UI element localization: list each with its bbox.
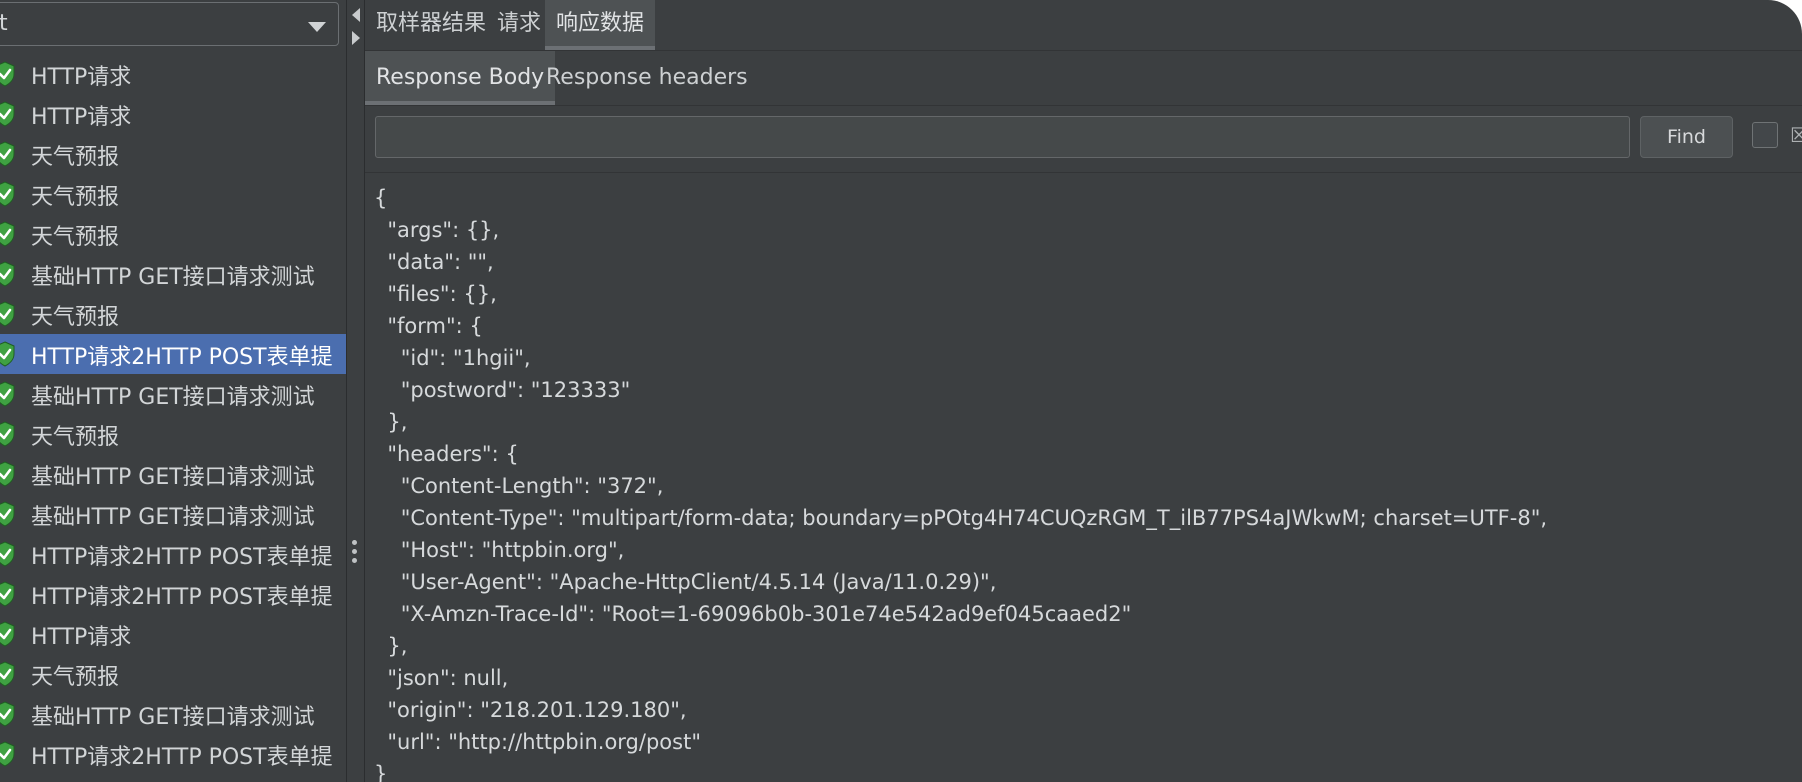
success-shield-icon — [0, 341, 15, 367]
filter-combo[interactable]: t — [0, 2, 339, 46]
list-item-label: HTTP请求 — [31, 105, 132, 130]
list-item-label: HTTP请求2HTTP POST表单提 — [31, 345, 333, 370]
app-window: t HTTP请求 HTTP请求 天气预报 天气预报 天气预报 基础HTTP GET接口请求… — [0, 0, 1802, 782]
result-tabs: 取样器结果 请求 响应数据 — [365, 0, 1802, 50]
list-item[interactable]: HTTP请求2HTTP POST表单提 — [0, 334, 346, 374]
success-shield-icon — [0, 461, 15, 487]
collapse-left-icon[interactable] — [352, 8, 360, 22]
expand-right-icon[interactable] — [352, 31, 360, 45]
success-shield-icon — [0, 741, 15, 767]
tab-sampler-result[interactable]: 取样器结果 — [365, 0, 497, 50]
list-item[interactable]: 天气预报 — [0, 174, 346, 214]
search-input[interactable] — [375, 116, 1630, 158]
list-item-label: 基础HTTP GET接口请求测试 — [31, 265, 315, 290]
response-body-text: { "args": {}, "data": "", "files": {}, "… — [374, 186, 1548, 782]
list-item-label: HTTP请求 — [31, 65, 132, 90]
list-item[interactable]: HTTP请求 — [0, 94, 346, 134]
list-item[interactable]: 天气预报 — [0, 654, 346, 694]
list-item[interactable]: HTTP请求2HTTP POST表单提 — [0, 574, 346, 614]
result-detail-panel: 取样器结果 请求 响应数据 Response Body Response hea… — [365, 0, 1802, 782]
tab-response-data[interactable]: 响应数据 — [545, 0, 656, 50]
list-item-label: 基础HTTP GET接口请求测试 — [31, 705, 315, 730]
list-item[interactable]: 天气预报 — [0, 134, 346, 174]
success-shield-icon — [0, 181, 15, 207]
success-shield-icon — [0, 501, 15, 527]
list-item[interactable]: 天气预报 — [0, 214, 346, 254]
list-item[interactable]: HTTP请求2HTTP POST表单提 — [0, 534, 346, 574]
success-shield-icon — [0, 61, 15, 87]
success-shield-icon — [0, 421, 15, 447]
list-item[interactable]: 基础HTTP GET接口请求测试 — [0, 494, 346, 534]
list-item[interactable]: 天气预报 — [0, 294, 346, 334]
success-shield-icon — [0, 701, 15, 727]
list-item-label: HTTP请求2HTTP POST表单提 — [31, 545, 333, 570]
success-shield-icon — [0, 221, 15, 247]
sampler-result-list: HTTP请求 HTTP请求 天气预报 天气预报 天气预报 基础HTTP GET接口请求测试… — [0, 54, 346, 774]
results-tree-panel: t HTTP请求 HTTP请求 天气预报 天气预报 天气预报 基础HTTP GET接口请求… — [0, 0, 346, 782]
success-shield-icon — [0, 581, 15, 607]
tab-response-headers[interactable]: Response headers — [535, 51, 759, 105]
drag-handle-icon[interactable] — [352, 540, 358, 567]
success-shield-icon — [0, 621, 15, 647]
list-item-label: 天气预报 — [31, 225, 120, 250]
list-item-label: 基础HTTP GET接口请求测试 — [31, 465, 315, 490]
list-item[interactable]: 基础HTTP GET接口请求测试 — [0, 374, 346, 414]
case-sensitive-checkbox[interactable] — [1752, 122, 1778, 148]
list-item-label: 天气预报 — [31, 305, 120, 330]
list-item[interactable]: HTTP请求 — [0, 54, 346, 94]
success-shield-icon — [0, 301, 15, 327]
chevron-down-icon[interactable] — [308, 22, 326, 32]
checkbox-label: ☒ — [1790, 123, 1802, 147]
success-shield-icon — [0, 661, 15, 687]
list-item-label: HTTP请求2HTTP POST表单提 — [31, 745, 333, 770]
success-shield-icon — [0, 101, 15, 127]
success-shield-icon — [0, 541, 15, 567]
list-item[interactable]: 基础HTTP GET接口请求测试 — [0, 454, 346, 494]
list-item[interactable]: HTTP请求 — [0, 614, 346, 654]
success-shield-icon — [0, 381, 15, 407]
list-item-label: 天气预报 — [31, 665, 120, 690]
success-shield-icon — [0, 261, 15, 287]
list-item-label: HTTP请求2HTTP POST表单提 — [31, 585, 333, 610]
list-item-label: HTTP请求 — [31, 625, 132, 650]
list-item-label: 天气预报 — [31, 185, 120, 210]
search-toolbar: Find ☒ — [365, 105, 1802, 173]
filter-combo-value: t — [0, 11, 8, 36]
success-shield-icon — [0, 141, 15, 167]
find-button[interactable]: Find — [1640, 116, 1733, 158]
list-item-label: 基础HTTP GET接口请求测试 — [31, 385, 315, 410]
list-item[interactable]: HTTP请求2HTTP POST表单提 — [0, 734, 346, 774]
list-item[interactable]: 基础HTTP GET接口请求测试 — [0, 254, 346, 294]
split-pane-handle[interactable] — [347, 0, 364, 782]
list-item-label: 天气预报 — [31, 425, 120, 450]
list-item-label: 天气预报 — [31, 145, 120, 170]
list-item[interactable]: 天气预报 — [0, 414, 346, 454]
list-item[interactable]: 基础HTTP GET接口请求测试 — [0, 694, 346, 734]
list-item-label: 基础HTTP GET接口请求测试 — [31, 505, 315, 530]
tab-response-body[interactable]: Response Body — [365, 51, 556, 105]
response-subtabs: Response Body Response headers — [365, 50, 1802, 105]
tab-request[interactable]: 请求 — [486, 0, 552, 50]
